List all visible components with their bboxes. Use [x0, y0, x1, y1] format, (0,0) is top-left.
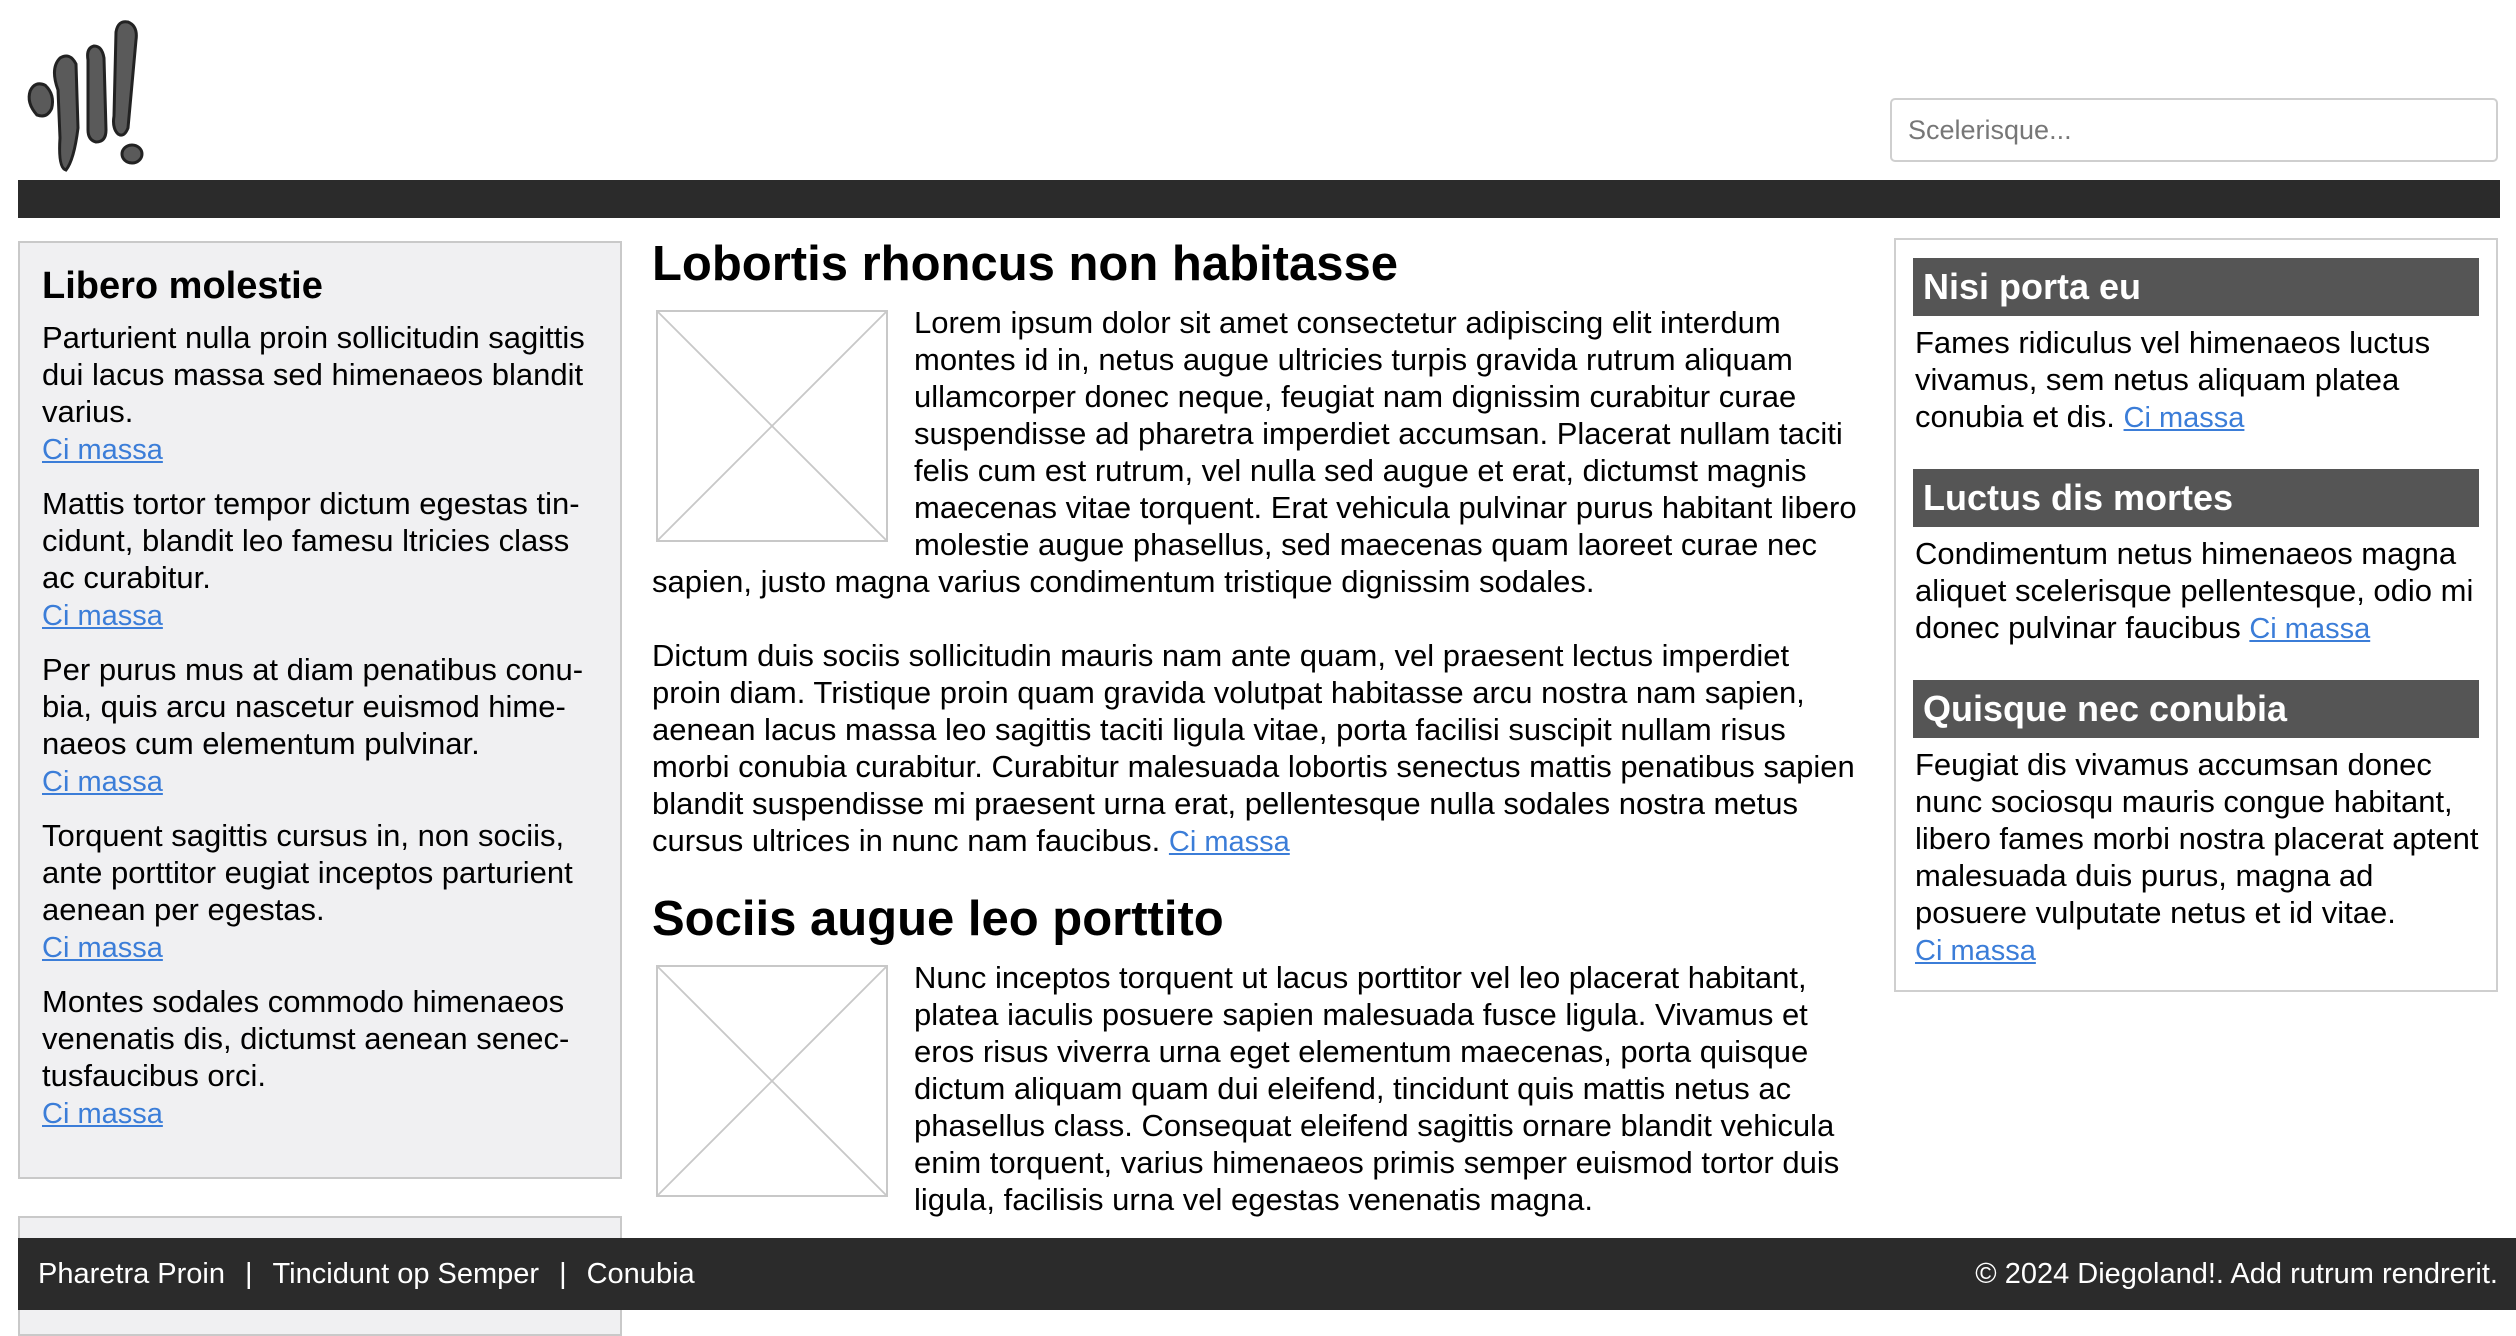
widget-title: Luctus dis mortes: [1913, 469, 2479, 527]
list-item-text: Parturient nulla proin sollicitudin sagi…: [42, 320, 585, 429]
widget-text: Feugiat dis vivamus accumsan donec nunc …: [1913, 746, 2479, 970]
widget-link[interactable]: Ci massa: [2249, 613, 2370, 645]
list-item-text: Per purus mus at diam penatibus conu­bia…: [42, 652, 584, 761]
article-title: Lobortis rhoncus non habitasse: [652, 237, 1398, 291]
footer-link[interactable]: Tincidunt op Semper: [273, 1258, 540, 1290]
left-sidebar-title: Libero molestie: [42, 265, 323, 307]
read-more-link[interactable]: Ci massa: [1169, 826, 1290, 858]
footer-link[interactable]: Conubia: [587, 1258, 695, 1290]
copyright-text: © 2024 Diegoland!. Add rutrum rendrerit.: [1975, 1258, 2498, 1290]
search-input[interactable]: [1890, 98, 2498, 162]
article-paragraph-text: Dictum duis sociis sollicitudin mauris n…: [652, 638, 1855, 858]
widget-body: Feugiat dis vivamus accumsan donec nunc …: [1915, 747, 2479, 930]
sidebar-widget: Luctus dis mortes Condimentum netus hime…: [1913, 469, 2479, 648]
footer-link[interactable]: Pharetra Proin: [38, 1258, 225, 1290]
list-item-text: Mattis tortor tempor dictum egestas tin­…: [42, 486, 580, 595]
right-sidebar: Nisi porta eu Fames ridiculus vel himena…: [1894, 238, 2498, 992]
list-item-link[interactable]: Ci massa: [42, 931, 163, 965]
image-placeholder-icon: [656, 310, 888, 542]
list-item: Parturient nulla proin sollicitudin sagi…: [42, 319, 598, 467]
footer-separator: |: [559, 1258, 567, 1290]
image-placeholder-icon: [656, 965, 888, 1197]
footer-separator: |: [245, 1258, 253, 1290]
widget-title: Quisque nec conubia: [1913, 680, 2479, 738]
list-item-link[interactable]: Ci massa: [42, 1097, 163, 1131]
article-paragraph: Dictum duis sociis sollicitudin mauris n…: [652, 637, 1864, 861]
site-logo-icon[interactable]: [20, 18, 160, 173]
list-item-link[interactable]: Ci massa: [42, 765, 163, 799]
list-item-link[interactable]: Ci massa: [42, 599, 163, 633]
widget-text: Condimentum netus himenaeos magna alique…: [1913, 535, 2479, 648]
sidebar-widget: Quisque nec conubia Feugiat dis vivamus …: [1913, 680, 2479, 970]
list-item: Torquent sagittis cursus in, non sociis,…: [42, 817, 598, 965]
top-navbar: [18, 180, 2500, 218]
list-item: Montes sodales commodo himenaeos venenat…: [42, 983, 598, 1131]
widget-link[interactable]: Ci massa: [2124, 402, 2245, 434]
left-sidebar: Libero molestie Parturient nulla proin s…: [18, 241, 622, 1179]
widget-title: Nisi porta eu: [1913, 258, 2479, 316]
footer-links: Pharetra Proin | Tincidunt op Semper | Conub…: [38, 1238, 695, 1310]
widget-body: Condimentum netus himenaeos magna alique…: [1915, 536, 2474, 645]
footer: Pharetra Proin | Tincidunt op Semper | Conub…: [18, 1238, 2516, 1310]
list-item-text: Montes sodales commodo himenaeos venenat…: [42, 984, 570, 1093]
list-item: Per purus mus at diam penatibus conu­bia…: [42, 651, 598, 799]
list-item-text: Torquent sagittis cursus in, non sociis,…: [42, 818, 573, 927]
sidebar-widget: Nisi porta eu Fames ridiculus vel himena…: [1913, 258, 2479, 437]
list-item-link[interactable]: Ci massa: [42, 433, 163, 467]
list-item: Mattis tortor tempor dictum egestas tin­…: [42, 485, 598, 633]
article-title: Sociis augue leo porttito: [652, 892, 1224, 946]
widget-text: Fames ridiculus vel himenaeos luctus viv…: [1913, 324, 2479, 437]
main-content: Lobortis rhoncus non habitasse Lorem ips…: [652, 234, 1864, 1218]
widget-link[interactable]: Ci massa: [1915, 935, 2036, 967]
